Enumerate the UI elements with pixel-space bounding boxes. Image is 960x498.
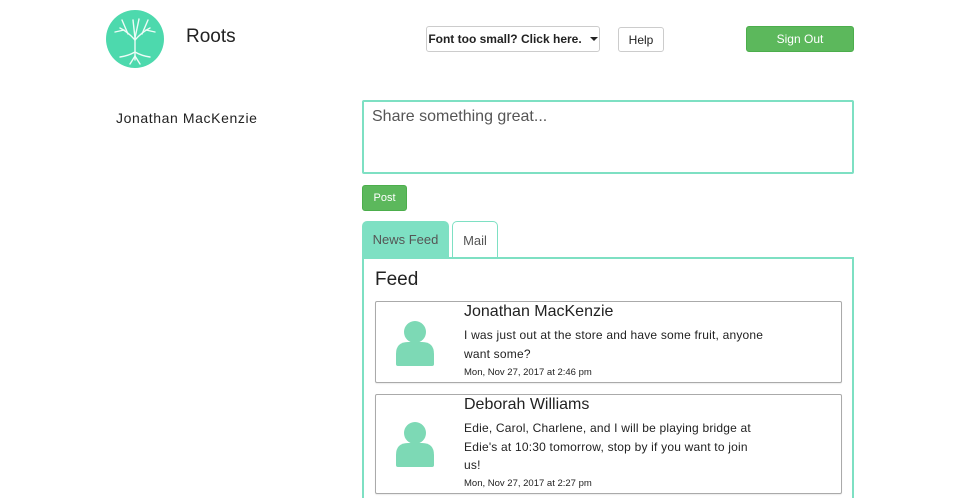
- tab-news-feed[interactable]: News Feed: [362, 221, 449, 258]
- post-author: Jonathan MacKenzie: [464, 303, 614, 320]
- font-size-dropdown-label: Font too small? Click here.: [428, 32, 582, 46]
- post-author: Deborah Williams: [464, 396, 590, 413]
- post-body: Edie, Carol, Charlene, and I will be pla…: [464, 421, 751, 472]
- tree-logo-icon[interactable]: [106, 10, 164, 68]
- page: Roots Font too small? Click here. Help S…: [0, 0, 960, 498]
- post-button[interactable]: Post: [362, 185, 407, 211]
- feed-post: Jonathan MacKenzie I was just out at the…: [375, 301, 842, 383]
- sign-out-button[interactable]: Sign Out: [746, 26, 854, 52]
- post-timestamp: Mon, Nov 27, 2017 at 2:27 pm: [464, 478, 592, 489]
- tab-mail[interactable]: Mail: [452, 221, 498, 258]
- share-input[interactable]: Share something great...: [362, 100, 854, 174]
- profile-name: Jonathan MacKenzie: [116, 110, 258, 126]
- feed-title: Feed: [375, 269, 419, 290]
- user-avatar-icon: [394, 421, 436, 467]
- font-size-dropdown[interactable]: Font too small? Click here.: [426, 26, 600, 52]
- feed-panel: Feed Jonathan MacKenzie I was just out a…: [362, 257, 854, 498]
- app-title: Roots: [186, 26, 236, 47]
- feed-post: Deborah Williams Edie, Carol, Charlene, …: [375, 394, 842, 494]
- user-avatar-icon: [394, 320, 436, 366]
- post-body: I was just out at the store and have som…: [464, 328, 764, 361]
- post-timestamp: Mon, Nov 27, 2017 at 2:46 pm: [464, 367, 592, 378]
- caret-down-icon: [589, 37, 598, 41]
- help-button[interactable]: Help: [618, 27, 664, 52]
